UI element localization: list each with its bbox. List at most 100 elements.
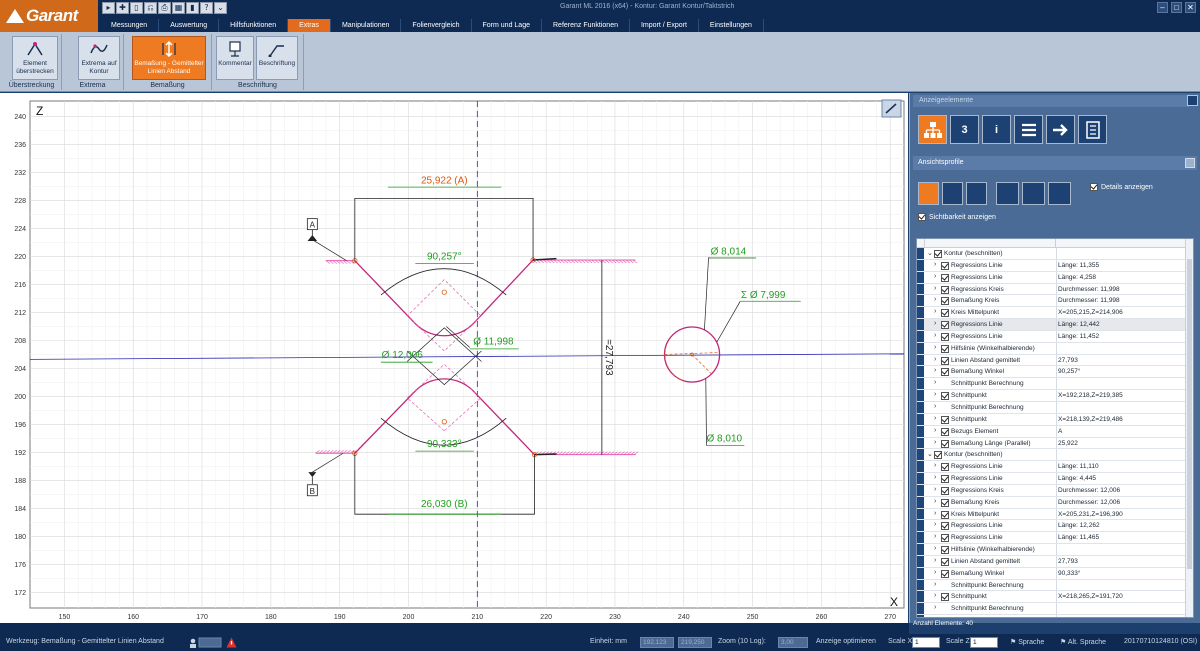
horizontal-scrollbar[interactable]	[0, 623, 909, 634]
quick-access-button[interactable]: ▯	[130, 2, 143, 14]
tree-row[interactable]: › Regressions Linie Länge: 4,445	[917, 473, 1193, 485]
menu-item-messungen[interactable]: Messungen	[100, 19, 160, 32]
row-checkbox[interactable]	[941, 344, 949, 353]
visibility-checkbox[interactable]	[918, 213, 926, 221]
optimize-view-button[interactable]: Anzeige optimieren	[816, 638, 876, 645]
tolerance-button[interactable]: 3	[950, 115, 979, 144]
tree-row[interactable]: › Regressions Kreis Durchmesser: 12,006	[917, 484, 1193, 497]
chevron-down-icon[interactable]: ⌄	[927, 450, 933, 458]
row-checkbox[interactable]	[934, 250, 942, 258]
element-uberstrecken-button[interactable]: Element überstrecken	[12, 36, 58, 80]
beschriftung-button[interactable]: Beschriftung	[256, 36, 298, 80]
row-checkbox[interactable]	[941, 463, 949, 472]
details-checkbox-row[interactable]: Details anzeigen	[1090, 183, 1153, 191]
row-checkbox[interactable]	[941, 439, 949, 448]
visibility-checkbox-row[interactable]: Sichtbarkeit anzeigen	[918, 213, 996, 221]
report-button[interactable]	[1078, 115, 1107, 144]
tree-row[interactable]: ⌄ Kontur (beschnitten)	[917, 449, 1193, 462]
extrema-auf-kontur-button[interactable]: Extrema auf Kontur	[78, 36, 120, 80]
chevron-right-icon[interactable]: ›	[934, 569, 936, 576]
profiles-dropdown-icon[interactable]	[1185, 158, 1195, 168]
tree-row[interactable]: › Bemaßung Kreis Durchmesser: 11,998	[917, 295, 1193, 308]
tree-row[interactable]: › Bemaßung Winkel 90,333°	[917, 567, 1193, 580]
profiles-bar[interactable]: Ansichtsprofile	[913, 156, 1197, 170]
zoom-fit-button[interactable]	[996, 182, 1019, 205]
quick-access-button[interactable]: ▦	[172, 2, 185, 14]
menu-item-import-export[interactable]: Import / Export	[630, 19, 699, 32]
view-profile-2-button[interactable]	[942, 182, 963, 205]
zoom-field[interactable]: 3,00	[778, 637, 808, 648]
tree-row[interactable]: › Schnittpunkt Berechnung	[917, 579, 1193, 592]
menu-item-folienvergleich[interactable]: Folienvergleich	[401, 19, 472, 32]
row-checkbox[interactable]	[941, 534, 949, 543]
menu-item-referenz-funktionen[interactable]: Referenz Funktionen	[542, 19, 630, 32]
export-button[interactable]	[1046, 115, 1075, 144]
chevron-right-icon[interactable]: ›	[934, 510, 936, 517]
chevron-right-icon[interactable]: ›	[934, 415, 936, 422]
chevron-right-icon[interactable]: ›	[934, 285, 936, 292]
tree-row[interactable]: › Regressions Linie Länge: 12,262	[917, 520, 1193, 533]
row-checkbox[interactable]	[941, 617, 949, 618]
row-checkbox[interactable]	[941, 522, 949, 531]
quick-access-button[interactable]: ?	[200, 2, 213, 14]
chevron-right-icon[interactable]: ›	[934, 439, 936, 446]
tree-row[interactable]: › Bemaßung Länge (Parallel) 25,922	[917, 437, 1193, 450]
bemassung-linien-abstand-button[interactable]: Bemaßung - Gemittelter Linien Abstand	[132, 36, 206, 80]
chevron-right-icon[interactable]: ›	[934, 545, 936, 552]
tree-row[interactable]: › Schnittpunkt Berechnung	[917, 378, 1193, 391]
quick-access-button[interactable]: ⎙	[158, 2, 171, 14]
view-profile-1-button[interactable]	[918, 182, 939, 205]
tree-row[interactable]: › Linien Abstand gemittelt 27,793	[917, 555, 1193, 568]
info-button[interactable]: i	[982, 115, 1011, 144]
minimize-button[interactable]: –	[1157, 2, 1168, 13]
chevron-right-icon[interactable]: ›	[934, 261, 936, 268]
tree-row[interactable]: › Regressions Linie Länge: 11,465	[917, 532, 1193, 545]
row-checkbox[interactable]	[941, 261, 949, 270]
tree-row[interactable]: ⌄ Kontur (beschnitten)	[917, 248, 1193, 260]
row-checkbox[interactable]	[941, 593, 949, 602]
tree-view-button[interactable]	[918, 115, 947, 144]
tree-row[interactable]: › Regressions Linie Länge: 4,258	[917, 271, 1193, 284]
tree-row[interactable]: › Kreis Mittelpunkt X=205,215,Z=214,906	[917, 307, 1193, 320]
close-button[interactable]: ✕	[1185, 2, 1196, 13]
tree-row[interactable]: › Regressions Linie Länge: 11,110	[917, 461, 1193, 474]
menu-item-hilfsfunktionen[interactable]: Hilfsfunktionen	[219, 19, 289, 32]
scale-z-input[interactable]: 1	[970, 637, 998, 648]
tree-row[interactable]: › Bezugs Element A	[917, 425, 1193, 438]
quick-access-button[interactable]: ⌄	[214, 2, 227, 14]
list-button[interactable]	[1014, 115, 1043, 144]
search-button[interactable]	[1048, 182, 1071, 205]
chevron-right-icon[interactable]: ›	[934, 308, 936, 315]
row-checkbox[interactable]	[941, 273, 949, 282]
row-checkbox[interactable]	[941, 285, 949, 294]
chevron-right-icon[interactable]: ›	[934, 474, 936, 481]
chevron-right-icon[interactable]: ›	[934, 581, 936, 588]
quick-access-button[interactable]: ⎌	[144, 2, 157, 14]
tree-row[interactable]: › Schnittpunkt X=192,234,Z=191,893	[917, 615, 1193, 618]
chevron-right-icon[interactable]: ›	[934, 462, 936, 469]
kommentar-button[interactable]: Kommentar	[216, 36, 254, 80]
chevron-down-icon[interactable]: ⌄	[927, 249, 933, 257]
tree-row[interactable]: › Bemaßung Kreis Durchmesser: 12,006	[917, 496, 1193, 509]
row-checkbox[interactable]	[941, 510, 949, 519]
row-checkbox[interactable]	[941, 309, 949, 318]
chevron-right-icon[interactable]: ›	[934, 427, 936, 434]
chevron-right-icon[interactable]: ›	[934, 332, 936, 339]
chevron-right-icon[interactable]: ›	[934, 296, 936, 303]
tree-row[interactable]: › Hilfslinie (Winkelhalbierende)	[917, 342, 1193, 355]
chevron-right-icon[interactable]: ›	[934, 616, 936, 617]
tree-row[interactable]: › Kreis Mittelpunkt X=205,231,Z=196,390	[917, 508, 1193, 521]
tree-row[interactable]: › Hilfslinie (Winkelhalbierende)	[917, 544, 1193, 556]
row-checkbox[interactable]	[941, 321, 949, 330]
row-checkbox[interactable]	[941, 368, 949, 377]
row-checkbox[interactable]	[934, 451, 942, 460]
chevron-right-icon[interactable]: ›	[934, 498, 936, 505]
chevron-right-icon[interactable]: ›	[934, 533, 936, 540]
zoom-window-button[interactable]	[1022, 182, 1045, 205]
row-checkbox[interactable]	[941, 475, 949, 484]
warning-icon[interactable]	[226, 637, 237, 648]
element-tree[interactable]: ⌄ Kontur (beschnitten) › Regressions Linie L…	[916, 238, 1194, 618]
quick-access-button[interactable]: ▸	[102, 2, 115, 14]
tree-row[interactable]: › Schnittpunkt X=218,265,Z=191,720	[917, 591, 1193, 604]
menu-item-manipulationen[interactable]: Manipulationen	[331, 19, 402, 32]
